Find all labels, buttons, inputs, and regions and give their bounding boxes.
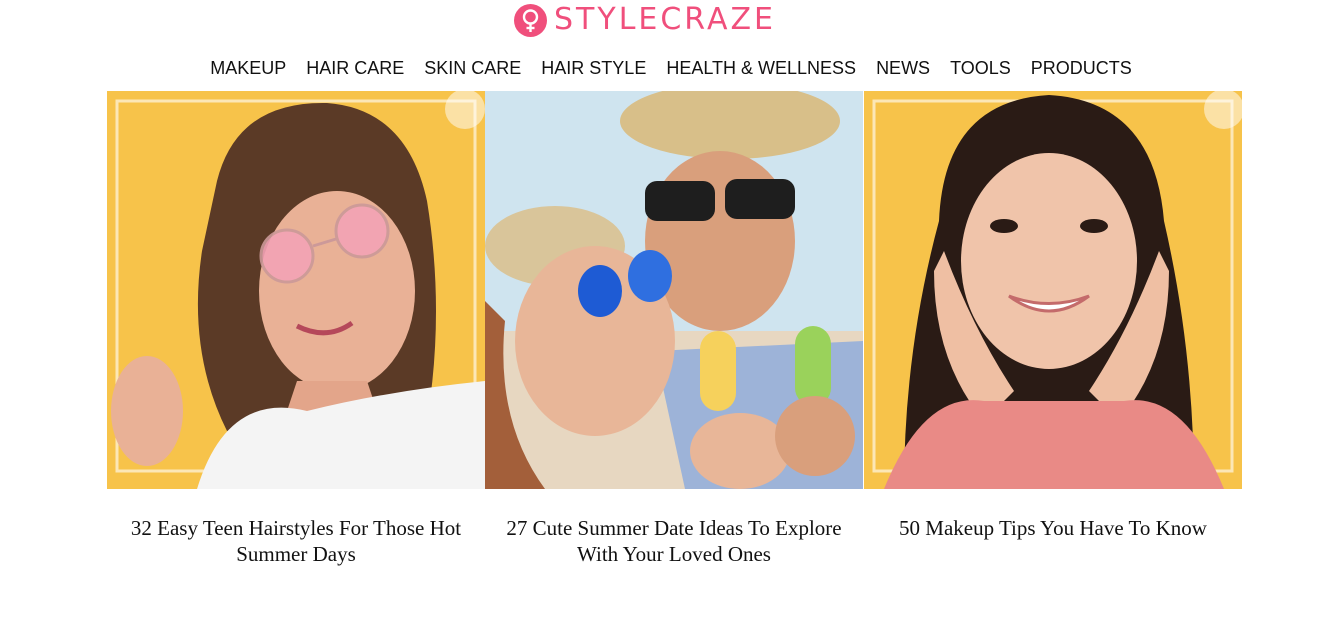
stylecraze-logo[interactable]: STYLECRAZE: [514, 2, 776, 38]
article-image-teen-hairstyles[interactable]: [107, 91, 485, 489]
nav-item-hair-care[interactable]: HAIR CARE: [296, 56, 414, 80]
nav-item-skin-care[interactable]: SKIN CARE: [414, 56, 531, 80]
main-navigation: MAKEUP HAIR CARE SKIN CARE HAIR STYLE HE…: [0, 56, 1342, 80]
nav-item-news[interactable]: NEWS: [866, 56, 940, 80]
article-image-summer-date[interactable]: [485, 91, 863, 489]
article-title[interactable]: 50 Makeup Tips You Have To Know: [864, 515, 1242, 541]
nav-item-hair-style[interactable]: HAIR STYLE: [531, 56, 656, 80]
article-title[interactable]: 32 Easy Teen Hairstyles For Those Hot Su…: [107, 515, 485, 567]
nav-item-health-wellness[interactable]: HEALTH & WELLNESS: [656, 56, 866, 80]
nav-item-products[interactable]: PRODUCTS: [1021, 56, 1142, 80]
female-symbol-icon: [514, 3, 547, 37]
brand-name: STYLECRAZE: [554, 2, 776, 37]
article-cards: 32 Easy Teen Hairstyles For Those Hot Su…: [107, 91, 1242, 591]
nav-item-tools[interactable]: TOOLS: [940, 56, 1021, 80]
article-title[interactable]: 27 Cute Summer Date Ideas To Explore Wit…: [485, 515, 863, 567]
article-image-makeup-tips[interactable]: [864, 91, 1242, 489]
nav-item-makeup[interactable]: MAKEUP: [200, 56, 296, 80]
